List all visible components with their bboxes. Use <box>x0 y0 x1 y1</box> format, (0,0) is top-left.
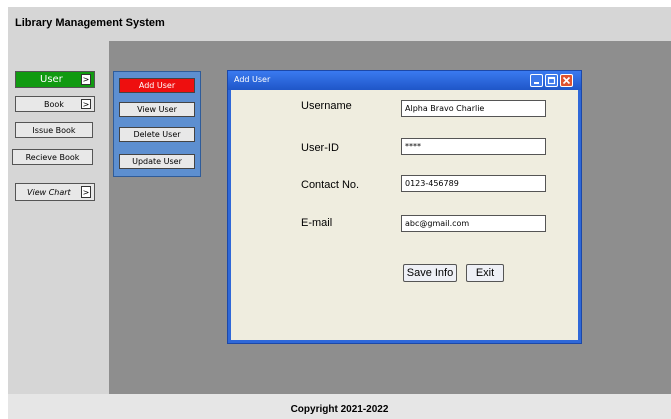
contact-no-label: Contact No. <box>301 179 360 191</box>
view-user-button[interactable]: View User <box>119 102 195 117</box>
email-field[interactable] <box>401 215 546 232</box>
exit-button[interactable]: Exit <box>466 264 504 282</box>
delete-user-button[interactable]: Delete User <box>119 127 195 142</box>
app-footer: Copyright 2021-2022 <box>8 394 671 419</box>
user-id-label: User-ID <box>301 142 339 154</box>
username-field[interactable] <box>401 100 546 117</box>
user-id-field[interactable] <box>401 138 546 155</box>
sidebar-item-user[interactable]: User > <box>15 71 95 88</box>
save-info-button[interactable]: Save Info <box>403 264 457 282</box>
sidebar-item-label: Recieve Book <box>25 152 80 162</box>
sidebar-item-view-chart[interactable]: View Chart > <box>15 183 95 201</box>
email-label: E-mail <box>301 217 333 229</box>
user-submenu: Add User View User Delete User Update Us… <box>113 71 201 177</box>
sidebar-item-label: User <box>40 74 63 85</box>
update-user-button[interactable]: Update User <box>119 154 195 169</box>
sidebar <box>8 41 109 394</box>
chevron-right-icon[interactable]: > <box>81 74 91 85</box>
dialog-body: Username User-ID Contact No. E-mail Save… <box>231 90 578 340</box>
contact-no-field[interactable] <box>401 175 546 192</box>
app-title: Library Management System <box>15 17 165 29</box>
close-icon[interactable] <box>560 74 573 87</box>
sidebar-item-label: Book <box>44 99 64 109</box>
sidebar-item-issue-book[interactable]: Issue Book <box>15 122 93 138</box>
minimize-icon[interactable] <box>530 74 543 87</box>
sidebar-item-label: Issue Book <box>32 125 76 135</box>
maximize-icon[interactable] <box>545 74 558 87</box>
sidebar-item-recieve-book[interactable]: Recieve Book <box>12 149 93 165</box>
sidebar-item-label: View Chart <box>27 187 71 197</box>
sidebar-item-book[interactable]: Book > <box>15 96 95 112</box>
dialog-title: Add User <box>234 75 271 84</box>
dialog-titlebar[interactable]: Add User <box>228 71 581 90</box>
username-label: Username <box>301 100 352 112</box>
app-header: Library Management System <box>8 7 671 41</box>
chevron-right-icon[interactable]: > <box>81 186 91 198</box>
add-user-dialog: Add User Username User-ID Contact No. E-… <box>227 70 582 344</box>
chevron-right-icon[interactable]: > <box>81 99 91 109</box>
copyright-text: Copyright 2021-2022 <box>290 404 389 415</box>
add-user-button[interactable]: Add User <box>119 78 195 93</box>
